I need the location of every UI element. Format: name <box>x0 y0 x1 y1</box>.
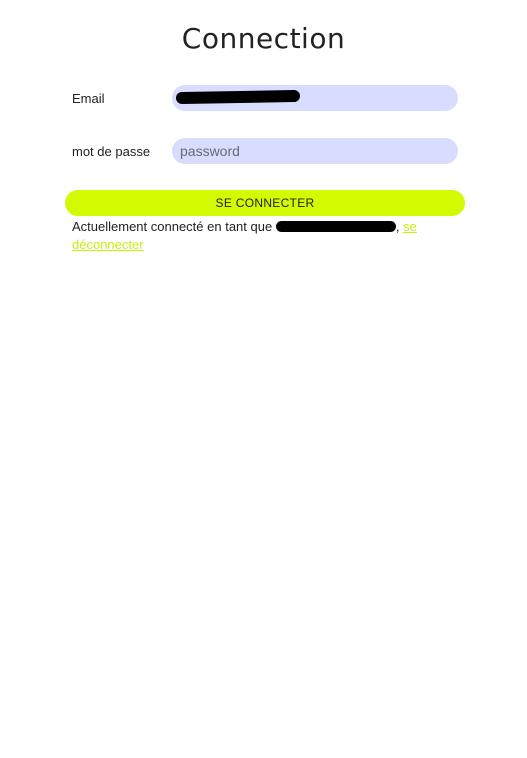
password-label: mot de passe <box>72 144 151 159</box>
status-suffix: , <box>395 219 400 234</box>
email-row: Email <box>72 85 458 111</box>
status-prefix: Actuellement connecté en tant que <box>72 219 273 234</box>
email-redaction <box>175 89 301 105</box>
page-title: Connection <box>181 22 346 55</box>
email-label: Email <box>72 91 105 106</box>
password-row: mot de passe <box>72 138 458 164</box>
password-field[interactable] <box>172 138 458 164</box>
user-redaction <box>275 221 396 232</box>
login-button[interactable]: SE CONNECTER <box>65 190 465 216</box>
login-status: Actuellement connecté en tant que , se d… <box>72 218 417 254</box>
